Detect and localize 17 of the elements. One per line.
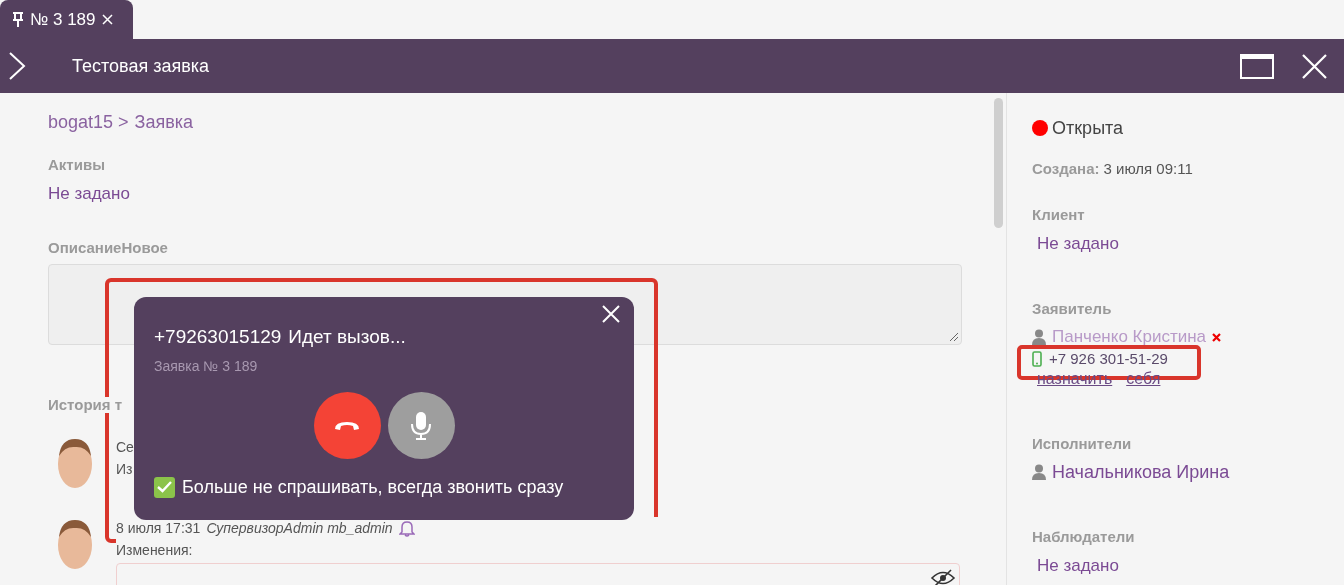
call-status: Идет вызов... <box>288 325 406 349</box>
section-title: История т <box>48 397 123 413</box>
field-label: Заявитель <box>1032 301 1113 317</box>
entry-author: СупервизорAdmin mb_admin <box>206 519 393 538</box>
field-label: Клиент <box>1032 207 1086 223</box>
field-label: Исполнители <box>1032 436 1133 452</box>
call-subtitle: Заявка № 3 189 <box>154 358 259 374</box>
field-label: Создана: <box>1032 160 1100 178</box>
field-label: ОписаниеНовое <box>48 240 169 256</box>
field-label: Наблюдатели <box>1032 529 1136 545</box>
phone-number: +79263015129 <box>154 325 282 349</box>
window-title: Тестовая заявка <box>72 55 211 77</box>
entry-date: 8 июля 17:31 <box>116 519 201 538</box>
status-text: Открыта <box>1052 118 1124 138</box>
field-value: 3 июля 09:11 <box>1103 160 1193 178</box>
checkbox-label: Больше не спрашивать, всегда звонить сразу <box>182 476 564 498</box>
field-label: Активы <box>48 157 106 173</box>
